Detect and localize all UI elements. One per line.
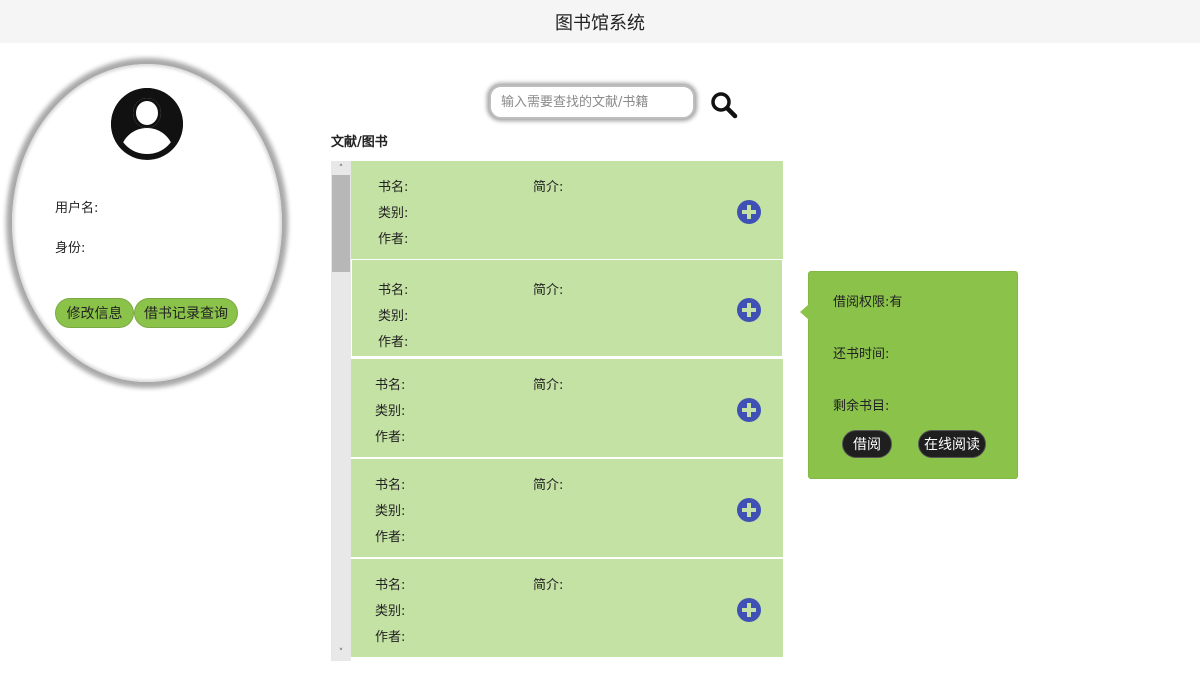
borrow-permission-label: 借阅权限:有 (833, 295, 903, 310)
book-name-label: 书名: (375, 578, 406, 593)
search-icon[interactable] (710, 91, 738, 119)
scroll-down-arrow-icon[interactable]: ˅ (331, 647, 351, 659)
book-list: 书名: 类别: 作者: 简介: 书名: 类别: 作者: 简介: 书名: 类别: … (351, 161, 783, 659)
book-name-label: 书名: (375, 378, 406, 393)
edit-info-button[interactable]: 修改信息 (55, 298, 134, 328)
book-name-label: 书名: (378, 180, 409, 195)
borrow-button[interactable]: 借阅 (842, 430, 892, 458)
book-name-label: 书名: (375, 478, 406, 493)
book-category-label: 类别: (375, 404, 406, 419)
book-author-label: 作者: (375, 530, 406, 545)
scroll-up-arrow-icon[interactable]: ˄ (331, 163, 351, 175)
remaining-books-label: 剩余书目: (833, 399, 890, 414)
book-name-label: 书名: (378, 283, 409, 298)
book-intro-label: 简介: (533, 180, 564, 195)
profile-card: 用户名: 身份: 修改信息 借书记录查询 (12, 64, 282, 382)
identity-label: 身份: (55, 241, 86, 256)
book-intro-label: 简介: (533, 478, 564, 493)
book-intro-label: 简介: (533, 283, 564, 298)
book-category-label: 类别: (378, 309, 409, 324)
app-header: 图书馆系统 (0, 0, 1200, 43)
book-card[interactable]: 书名: 类别: 作者: 简介: (351, 161, 783, 259)
add-circle-icon[interactable] (737, 200, 761, 224)
book-category-label: 类别: (375, 604, 406, 619)
book-author-label: 作者: (378, 335, 409, 350)
book-list-scrollbar[interactable]: ˄ ˅ (331, 161, 351, 661)
book-author-label: 作者: (375, 430, 406, 445)
add-circle-icon[interactable] (737, 598, 761, 622)
scroll-thumb[interactable] (332, 175, 350, 272)
read-online-button[interactable]: 在线阅读 (918, 430, 986, 458)
book-author-label: 作者: (375, 630, 406, 645)
add-circle-icon[interactable] (737, 398, 761, 422)
add-circle-icon[interactable] (737, 298, 761, 322)
app-title: 图书馆系统 (555, 12, 645, 34)
book-card[interactable]: 书名: 类别: 作者: 简介: (351, 559, 783, 657)
borrow-history-button[interactable]: 借书记录查询 (134, 298, 238, 328)
book-category-label: 类别: (375, 504, 406, 519)
book-card[interactable]: 书名: 类别: 作者: 简介: (351, 459, 783, 557)
add-circle-icon[interactable] (737, 498, 761, 522)
book-card[interactable]: 书名: 类别: 作者: 简介: (351, 359, 783, 457)
user-circle-icon (111, 88, 183, 160)
book-intro-label: 简介: (533, 378, 564, 393)
book-intro-label: 简介: (533, 578, 564, 593)
book-author-label: 作者: (378, 232, 409, 247)
popover-arrow (800, 304, 809, 320)
section-title: 文献/图书 (331, 135, 388, 150)
username-label: 用户名: (55, 201, 99, 216)
book-card-selected[interactable]: 书名: 类别: 作者: 简介: (351, 259, 783, 357)
search-input[interactable] (489, 85, 695, 119)
book-category-label: 类别: (378, 206, 409, 221)
return-time-label: 还书时间: (833, 347, 890, 362)
borrow-popover: 借阅权限:有 还书时间: 剩余书目: 借阅 在线阅读 (800, 271, 1018, 479)
